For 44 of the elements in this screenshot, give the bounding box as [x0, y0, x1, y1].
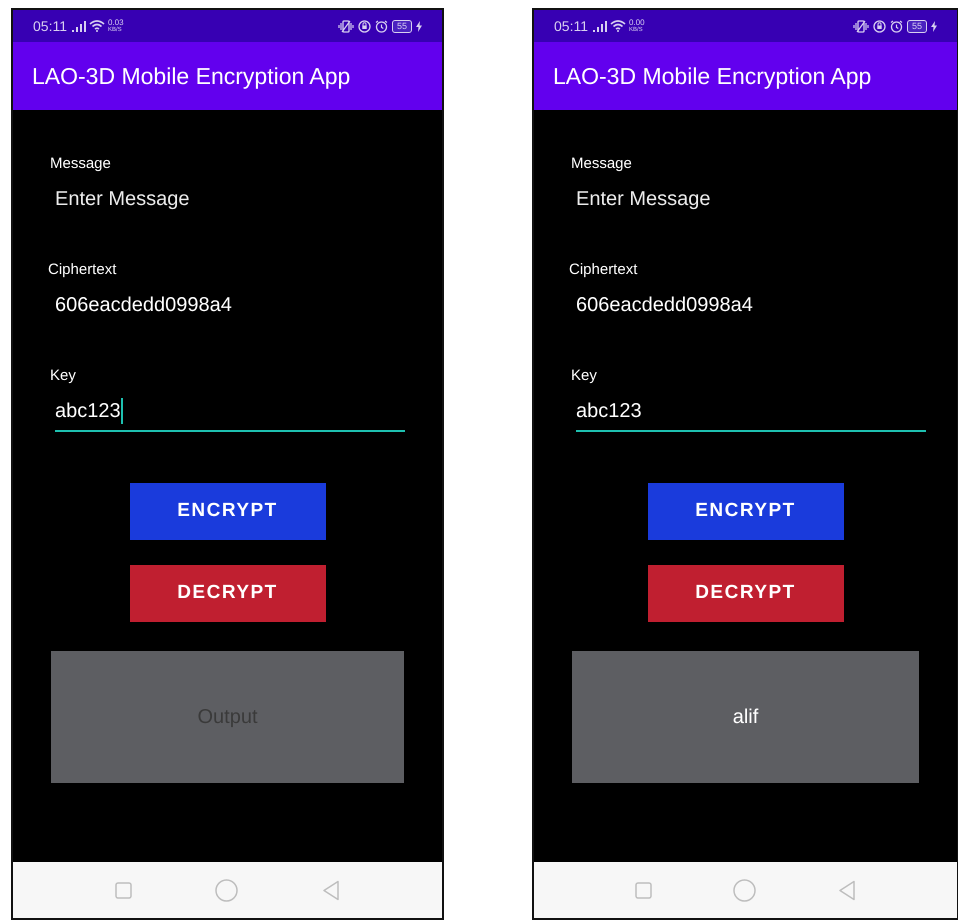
- back-icon[interactable]: [838, 880, 856, 900]
- rotation-lock-icon: [872, 20, 886, 32]
- vibrate-icon: [852, 20, 869, 32]
- output-box: alif: [572, 651, 919, 783]
- recents-icon[interactable]: [634, 882, 652, 898]
- field-label: Message: [50, 154, 111, 174]
- decrypt-button[interactable]: DECRYPT: [130, 565, 326, 622]
- decrypt-button[interactable]: DECRYPT: [648, 565, 844, 622]
- app-title: LAO-3D Mobile Encryption App: [32, 62, 350, 91]
- ciphertext-field[interactable]: 606eacdedd0998a4: [55, 292, 405, 318]
- key-field[interactable]: abc123: [576, 398, 926, 432]
- home-icon[interactable]: [733, 878, 756, 902]
- field-label: Key: [50, 366, 76, 386]
- encrypt-button[interactable]: ENCRYPT: [648, 483, 844, 540]
- field-label: Ciphertext: [569, 260, 638, 280]
- app-title: LAO-3D Mobile Encryption App: [553, 62, 872, 91]
- key-field[interactable]: abc123: [55, 398, 405, 432]
- back-icon[interactable]: [322, 880, 340, 900]
- battery-indicator: 55: [906, 20, 927, 32]
- recents-icon[interactable]: [114, 882, 132, 898]
- status-time: 05:11: [554, 16, 588, 36]
- signal-icon: [72, 20, 86, 32]
- signal-icon: [593, 20, 607, 32]
- network-speed: 0.00: [629, 19, 645, 27]
- text-cursor: [120, 398, 123, 424]
- encrypt-button[interactable]: ENCRYPT: [130, 483, 326, 540]
- home-icon[interactable]: [215, 878, 238, 902]
- alarm-icon: [890, 20, 903, 32]
- battery-indicator: 55: [392, 20, 412, 32]
- wifi-icon: [610, 20, 626, 32]
- field-label: Message: [571, 154, 632, 174]
- field-label: Key: [571, 366, 597, 386]
- charging-icon: [416, 20, 422, 32]
- rotation-lock-icon: [358, 20, 371, 32]
- field-label: Ciphertext: [48, 260, 116, 280]
- vibrate-icon: [338, 20, 354, 32]
- charging-icon: [931, 20, 937, 32]
- wifi-icon: [89, 20, 105, 32]
- alarm-icon: [374, 20, 388, 32]
- message-field[interactable]: Enter Message: [576, 186, 926, 212]
- status-time: 05:11: [33, 16, 67, 36]
- ciphertext-field[interactable]: 606eacdedd0998a4: [576, 292, 926, 318]
- message-field[interactable]: Enter Message: [55, 186, 405, 212]
- network-speed: 0.03: [108, 19, 124, 27]
